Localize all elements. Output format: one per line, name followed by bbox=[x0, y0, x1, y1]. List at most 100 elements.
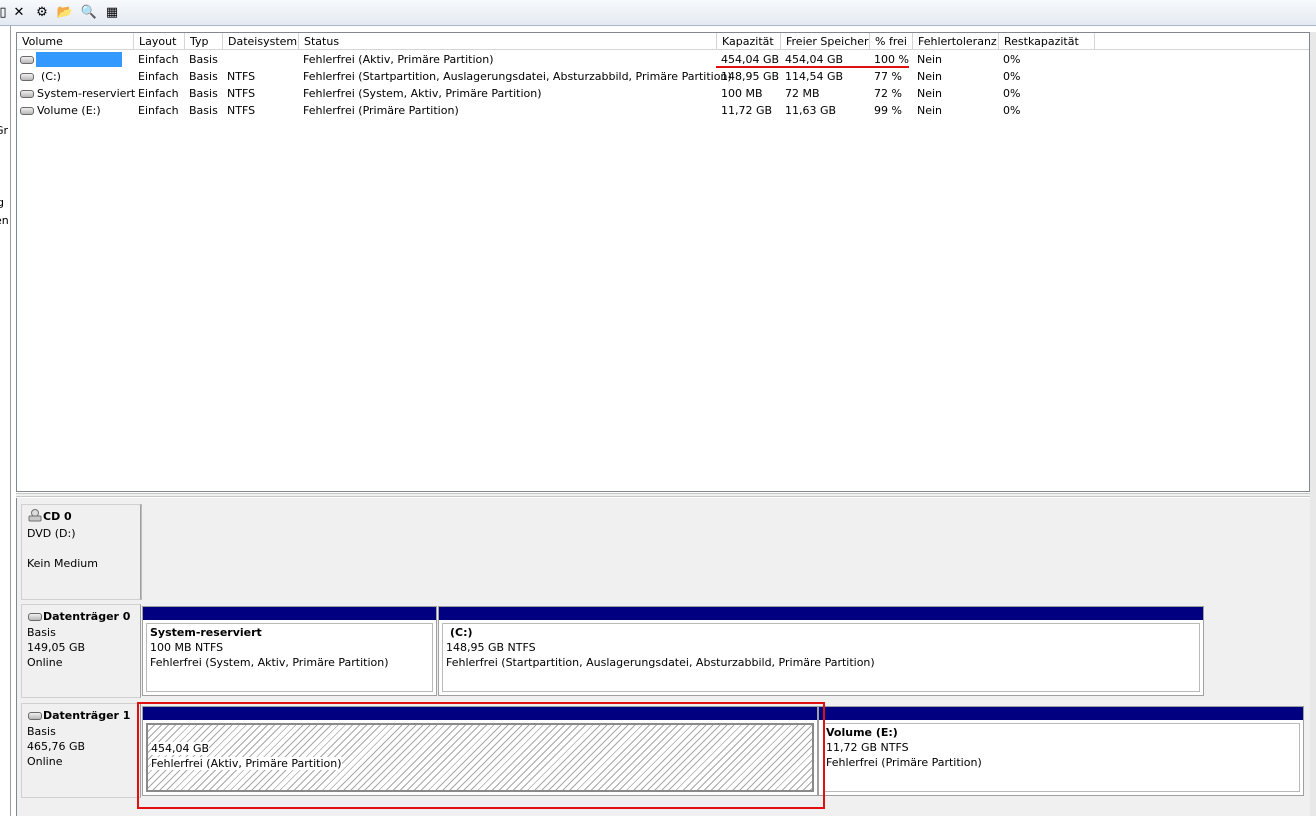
column-header-freier-speicher[interactable]: Freier Speicher bbox=[781, 33, 870, 50]
partition-status: Fehlerfrei (Aktiv, Primäre Partition) bbox=[151, 757, 342, 770]
partition-c[interactable]: (C:) 148,95 GB NTFS Fehlerfrei (Startpar… bbox=[438, 606, 1204, 696]
cell-kapazitaet: 148,95 GB bbox=[721, 70, 780, 83]
cell-layout: Einfach bbox=[138, 104, 179, 117]
close-icon[interactable]: ✕ bbox=[10, 4, 28, 22]
disk-state: Online bbox=[27, 755, 63, 768]
column-header-typ[interactable]: Typ bbox=[185, 33, 223, 50]
partition-title: Volume (E:) bbox=[826, 726, 898, 739]
cell-fehlertoleranz: Nein bbox=[917, 70, 943, 83]
partition-volume-e[interactable]: Volume (E:) 11,72 GB NTFS Fehlerfrei (Pr… bbox=[818, 706, 1304, 796]
disk-media-status: Kein Medium bbox=[27, 557, 98, 570]
disk-label-datentraeger-0[interactable]: Datenträger 0 Basis 149,05 GB Online bbox=[21, 604, 141, 698]
partition-status: Fehlerfrei (System, Aktiv, Primäre Parti… bbox=[150, 656, 389, 669]
disk-name: Datenträger 1 bbox=[43, 709, 131, 722]
cell-layout: Einfach bbox=[138, 70, 179, 83]
disk-graphical-view: CD 0 DVD (D:) Kein Medium Datenträger 0 … bbox=[16, 498, 1311, 816]
annotation-underline bbox=[716, 66, 909, 68]
volume-list[interactable]: Volume Layout Typ Dateisystem Status Kap… bbox=[16, 32, 1310, 492]
search-icon[interactable]: 🔍 bbox=[80, 4, 98, 22]
nav-fragment: Gr bbox=[0, 124, 9, 137]
disk-label-datentraeger-1[interactable]: Datenträger 1 Basis 465,76 GB Online bbox=[21, 703, 141, 798]
disk-drive-letter: DVD (D:) bbox=[27, 527, 76, 540]
partition-unnamed-selected[interactable]: 454,04 GB Fehlerfrei (Aktiv, Primäre Par… bbox=[142, 706, 818, 796]
cell-typ: Basis bbox=[189, 53, 218, 66]
cell-kapazitaet: 100 MB bbox=[721, 87, 763, 100]
partition-status: Fehlerfrei (Startpartition, Auslagerungs… bbox=[446, 656, 875, 669]
cell-status: Fehlerfrei (Aktiv, Primäre Partition) bbox=[303, 53, 494, 66]
disk-size: 149,05 GB bbox=[27, 641, 86, 654]
column-header-volume[interactable]: Volume bbox=[17, 33, 134, 50]
help-icon[interactable]: ▦ bbox=[103, 4, 121, 22]
partition-body: Volume (E:) 11,72 GB NTFS Fehlerfrei (Pr… bbox=[823, 723, 1300, 792]
cell-volume: (C:) bbox=[41, 70, 61, 83]
drive-icon bbox=[20, 73, 34, 81]
nav-fragment: en bbox=[0, 214, 9, 227]
drive-icon bbox=[28, 613, 42, 621]
pane-splitter[interactable] bbox=[16, 493, 1310, 497]
table-row[interactable]: (C:) Einfach Basis NTFS Fehlerfrei (Star… bbox=[17, 68, 1309, 85]
cell-prozent-frei: 72 % bbox=[874, 87, 902, 100]
cell-typ: Basis bbox=[189, 87, 218, 100]
partition-body: 454,04 GB Fehlerfrei (Aktiv, Primäre Par… bbox=[146, 723, 814, 792]
disk-label-cd0[interactable]: CD 0 DVD (D:) Kein Medium bbox=[21, 504, 141, 600]
cell-restkapazitaet: 0% bbox=[1003, 53, 1021, 66]
disk-size: 465,76 GB bbox=[27, 740, 86, 753]
partition-bar bbox=[143, 607, 436, 620]
partition-body: (C:) 148,95 GB NTFS Fehlerfrei (Startpar… bbox=[442, 623, 1200, 692]
disk-type: Basis bbox=[27, 725, 56, 738]
disk-management-window: ▯ ✕ ⚙ 📂 🔍 ▦ Gr g en Volume Layout Typ Da… bbox=[0, 0, 1316, 816]
column-header-restkapazitaet[interactable]: Restkapazität bbox=[999, 33, 1095, 50]
cell-status: Fehlerfrei (Startpartition, Auslagerungs… bbox=[303, 70, 732, 83]
cell-freier-speicher: 72 MB bbox=[785, 87, 820, 100]
table-row[interactable]: Einfach Basis Fehlerfrei (Aktiv, Primäre… bbox=[17, 51, 1309, 68]
cell-volume: Volume (E:) bbox=[37, 104, 101, 117]
cell-dateisystem: NTFS bbox=[227, 70, 256, 83]
cell-layout: Einfach bbox=[138, 87, 179, 100]
disk-name: Datenträger 0 bbox=[43, 610, 131, 623]
table-row[interactable]: Volume (E:) Einfach Basis NTFS Fehlerfre… bbox=[17, 102, 1309, 119]
partition-status: Fehlerfrei (Primäre Partition) bbox=[826, 756, 982, 769]
cell-layout: Einfach bbox=[138, 53, 179, 66]
cell-prozent-frei: 99 % bbox=[874, 104, 902, 117]
navigation-pane[interactable]: Gr g en bbox=[0, 26, 11, 816]
drive-icon bbox=[20, 107, 34, 115]
cell-restkapazitaet: 0% bbox=[1003, 87, 1021, 100]
cell-fehlertoleranz: Nein bbox=[917, 53, 943, 66]
partition-system-reserviert[interactable]: System-reserviert 100 MB NTFS Fehlerfrei… bbox=[142, 606, 437, 696]
cell-typ: Basis bbox=[189, 70, 218, 83]
folder-icon[interactable]: 📂 bbox=[56, 4, 74, 22]
vertical-scrollbar[interactable] bbox=[1310, 32, 1316, 816]
cell-freier-speicher: 11,63 GB bbox=[785, 104, 837, 117]
column-header-layout[interactable]: Layout bbox=[134, 33, 185, 50]
drive-icon bbox=[20, 90, 34, 98]
partition-bar bbox=[819, 707, 1303, 720]
column-header-kapazitaet[interactable]: Kapazität bbox=[717, 33, 781, 50]
cell-restkapazitaet: 0% bbox=[1003, 104, 1021, 117]
gear-icon[interactable]: ⚙ bbox=[33, 4, 51, 22]
selected-volume-name[interactable] bbox=[36, 52, 122, 67]
cell-typ: Basis bbox=[189, 104, 218, 117]
disk-state: Online bbox=[27, 656, 63, 669]
drive-icon bbox=[20, 56, 34, 64]
cell-volume: System-reserviert bbox=[37, 87, 136, 100]
partition-bar bbox=[143, 707, 817, 720]
disk-type: Basis bbox=[27, 626, 56, 639]
cell-fehlertoleranz: Nein bbox=[917, 87, 943, 100]
cell-dateisystem: NTFS bbox=[227, 104, 256, 117]
cell-status: Fehlerfrei (System, Aktiv, Primäre Parti… bbox=[303, 87, 542, 100]
cell-status: Fehlerfrei (Primäre Partition) bbox=[303, 104, 459, 117]
nav-fragment: g bbox=[0, 196, 4, 209]
disk-name: CD 0 bbox=[43, 510, 72, 523]
column-header-fehlertoleranz[interactable]: Fehlertoleranz bbox=[913, 33, 999, 50]
partition-title: (C:) bbox=[450, 626, 473, 639]
column-header-status[interactable]: Status bbox=[299, 33, 717, 50]
drive-icon bbox=[28, 712, 42, 720]
toolbar: ▯ ✕ ⚙ 📂 🔍 ▦ bbox=[0, 0, 1316, 26]
cd-drive-icon bbox=[28, 509, 42, 522]
column-header-prozent-frei[interactable]: % frei bbox=[870, 33, 913, 50]
column-header-dateisystem[interactable]: Dateisystem bbox=[223, 33, 299, 50]
cell-freier-speicher: 114,54 GB bbox=[785, 70, 844, 83]
table-row[interactable]: System-reserviert Einfach Basis NTFS Feh… bbox=[17, 85, 1309, 102]
partition-size: 100 MB NTFS bbox=[150, 641, 224, 654]
partition-title: System-reserviert bbox=[150, 626, 262, 639]
